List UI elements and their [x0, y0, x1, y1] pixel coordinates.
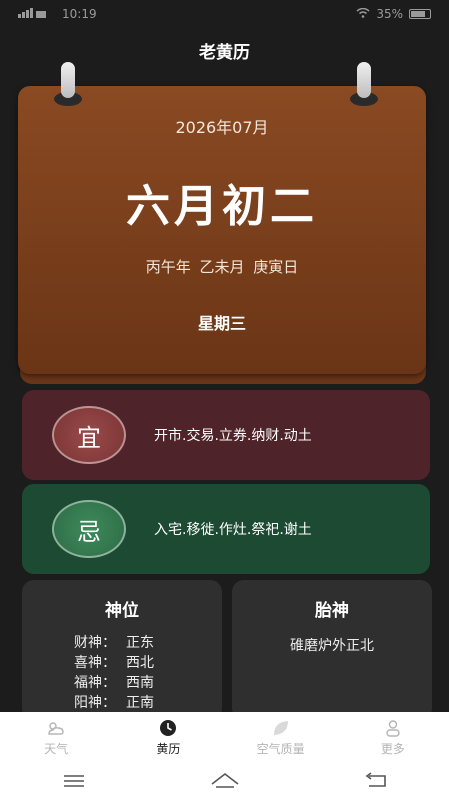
clock-icon — [158, 719, 178, 737]
shenwei-title: 神位 — [105, 601, 139, 621]
binder-ring-right — [357, 62, 371, 98]
shenwei-value: 正东 — [126, 635, 154, 651]
yi-text: 开市.交易.立券.纳财.动土 — [154, 428, 312, 444]
shenwei-row-yangshen: 阳神： 正南 — [22, 693, 222, 713]
nav-tab-almanac[interactable]: 黄历 — [112, 712, 224, 764]
leaf-icon — [271, 719, 291, 737]
home-icon[interactable] — [210, 772, 240, 792]
nav-tab-air-quality[interactable]: 空气质量 — [225, 712, 337, 764]
page-title: 老黄历 — [199, 43, 250, 63]
shenwei-value: 正南 — [126, 695, 154, 711]
person-icon — [383, 719, 403, 737]
binder-ring-left — [61, 62, 75, 98]
back-icon[interactable] — [365, 772, 387, 792]
shenwei-key: 福神： — [74, 675, 116, 691]
taishen-title: 胎神 — [315, 601, 349, 621]
nav-label: 更多 — [380, 742, 405, 756]
battery-icon — [409, 9, 431, 19]
calendar-card[interactable]: 2026年07月 六月初二 丙午年 乙未月 庚寅日 星期三 — [18, 86, 426, 374]
ji-text: 入宅.移徙.作灶.祭祀.谢土 — [154, 522, 312, 538]
nav-label: 空气质量 — [256, 742, 305, 756]
bottom-nav: 天气 黄历 空气质量 更多 — [0, 712, 449, 764]
shenwei-value: 西北 — [126, 655, 154, 671]
shenwei-row-xishen: 喜神： 西北 — [22, 653, 222, 673]
lunar-date: 六月初二 — [126, 181, 318, 232]
yi-badge: 宜 — [52, 406, 126, 464]
taishen-text: 碓磨炉外正北 — [290, 638, 374, 654]
battery-percent: 35% — [376, 7, 403, 21]
shenwei-key: 阳神： — [74, 695, 116, 711]
weekday: 星期三 — [197, 314, 246, 333]
ji-badge: 忌 — [52, 500, 126, 558]
shenwei-key: 喜神： — [74, 655, 116, 671]
shenwei-key: 财神： — [74, 635, 116, 651]
taishen-card[interactable]: 胎神 碓磨炉外正北 — [232, 580, 432, 720]
weather-icon — [46, 719, 66, 737]
menu-icon[interactable] — [63, 773, 85, 792]
year-month: 2026年07月 — [175, 118, 269, 137]
ji-panel[interactable]: 忌 入宅.移徙.作灶.祭祀.谢土 — [22, 484, 430, 574]
ganzhi-date: 丙午年 乙未月 庚寅日 — [145, 258, 299, 276]
nav-label: 天气 — [44, 742, 69, 756]
status-time: 10:19 — [62, 7, 97, 21]
shenwei-row-fushen: 福神： 西南 — [22, 673, 222, 693]
shenwei-value: 西南 — [126, 675, 154, 691]
nav-tab-weather[interactable]: 天气 — [0, 712, 112, 764]
yi-panel[interactable]: 宜 开市.交易.立券.纳财.动土 — [22, 390, 430, 480]
system-nav-bar — [0, 764, 449, 800]
shenwei-card[interactable]: 神位 财神： 正东 喜神： 西北 福神： 西南 阳神： 正南 — [22, 580, 222, 720]
status-bar: 10:19 35% — [0, 0, 449, 28]
nav-label: 黄历 — [156, 742, 181, 756]
signal-icon — [18, 7, 48, 21]
shenwei-row-caishen: 财神： 正东 — [22, 633, 222, 653]
nav-tab-more[interactable]: 更多 — [337, 712, 449, 764]
app-screen: 10:19 35% 老黄历 2026年07月 六月初二 丙午年 乙未月 庚寅日 … — [0, 0, 449, 800]
wifi-icon — [356, 7, 370, 21]
